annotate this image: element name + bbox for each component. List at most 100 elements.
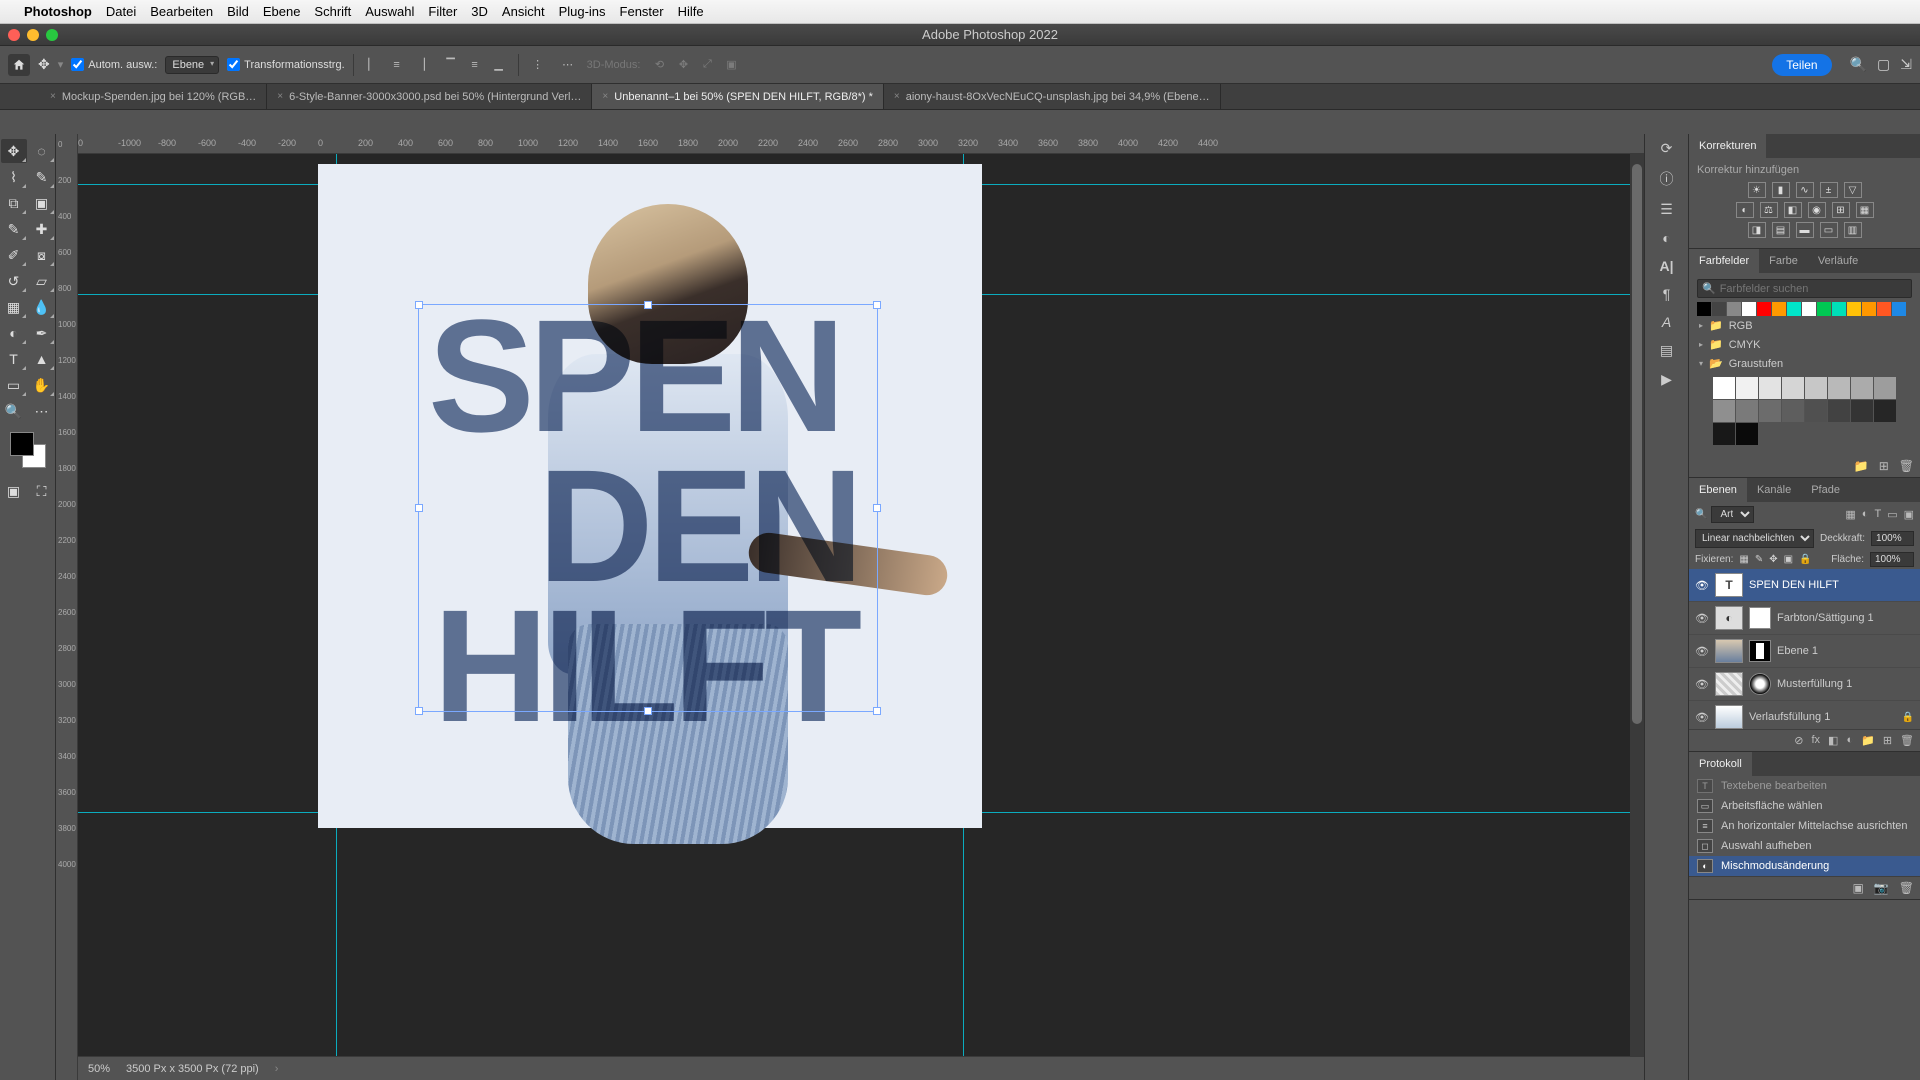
layer-name[interactable]: Farbton/Sättigung 1	[1777, 612, 1914, 624]
posterize-adj-icon[interactable]: ▤	[1772, 222, 1790, 238]
color-swatch[interactable]	[1712, 302, 1726, 316]
tab-swatches[interactable]: Farbfelder	[1689, 249, 1759, 273]
gradient-tool[interactable]: ▦	[1, 295, 27, 319]
color-swatch[interactable]	[1697, 302, 1711, 316]
search-icon[interactable]: 🔍	[1850, 56, 1867, 73]
fill-field[interactable]: 100%	[1870, 552, 1914, 567]
threshold-adj-icon[interactable]: ▬	[1796, 222, 1814, 238]
swatch-search[interactable]: 🔍	[1697, 279, 1912, 298]
lasso-tool[interactable]: ⌇	[1, 165, 27, 189]
filter-shape-icon[interactable]: ▭	[1887, 508, 1897, 521]
path-select-tool[interactable]: ▲	[29, 347, 55, 371]
quick-select-tool[interactable]: ✎	[29, 165, 55, 189]
swatch-folder-grayscale[interactable]: ▾📂Graustufen	[1697, 354, 1912, 373]
tab-paths[interactable]: Pfade	[1801, 478, 1850, 502]
zoom-tool[interactable]: 🔍	[1, 399, 27, 423]
tab-channels[interactable]: Kanäle	[1747, 478, 1801, 502]
gray-swatch[interactable]	[1782, 377, 1804, 399]
gray-swatch[interactable]	[1736, 377, 1758, 399]
filter-smart-icon[interactable]: ▣	[1904, 508, 1914, 521]
layer-mask-thumb[interactable]	[1749, 640, 1771, 662]
layer-name[interactable]: Ebene 1	[1777, 645, 1914, 657]
menu-view[interactable]: Ansicht	[502, 4, 545, 19]
close-window-icon[interactable]	[8, 29, 20, 41]
more-options-icon[interactable]: ⋯	[557, 54, 579, 76]
distribute-icon[interactable]: ⋮	[527, 54, 549, 76]
gray-swatch[interactable]	[1805, 377, 1827, 399]
channel-mixer-adj-icon[interactable]: ⊞	[1832, 202, 1850, 218]
align-top-icon[interactable]: ▔	[440, 54, 462, 76]
character-styles-icon[interactable]: A	[1662, 314, 1671, 330]
new-group-icon[interactable]: 📁	[1861, 734, 1875, 747]
visibility-icon[interactable]: 👁	[1695, 645, 1709, 658]
share-button[interactable]: Teilen	[1772, 54, 1831, 76]
zoom-level[interactable]: 50%	[88, 1063, 110, 1075]
hand-tool[interactable]: ✋	[29, 373, 55, 397]
link-layers-icon[interactable]: ⊘	[1794, 734, 1803, 747]
gray-swatch[interactable]	[1736, 423, 1758, 445]
quickmask-icon[interactable]: ▣	[1, 479, 27, 503]
swatch-folder-rgb[interactable]: ▸📁RGB	[1697, 316, 1912, 335]
lock-artboard-icon[interactable]: ▣	[1784, 554, 1793, 565]
auto-select-target-select[interactable]: Ebene ▾	[165, 56, 219, 74]
zoom-window-icon[interactable]	[46, 29, 58, 41]
align-bottom-icon[interactable]: ▁	[488, 54, 510, 76]
layer-fx-icon[interactable]: fx	[1811, 734, 1820, 747]
gray-swatch[interactable]	[1851, 400, 1873, 422]
gray-swatch[interactable]	[1713, 400, 1735, 422]
move-tool[interactable]: ✥	[1, 139, 27, 163]
color-swatch[interactable]	[1787, 302, 1801, 316]
transform-handle[interactable]	[873, 301, 881, 309]
blur-tool[interactable]: 💧	[29, 295, 55, 319]
transform-handle[interactable]	[415, 707, 423, 715]
layer-row[interactable]: 👁 ◐ Farbton/Sättigung 1	[1689, 602, 1920, 635]
new-folder-icon[interactable]: 📁	[1854, 459, 1869, 473]
levels-adj-icon[interactable]: ▮	[1772, 182, 1790, 198]
lookup-adj-icon[interactable]: ▦	[1856, 202, 1874, 218]
visibility-icon[interactable]: 👁	[1695, 711, 1709, 724]
doc-tab[interactable]: ×Unbenannt–1 bei 50% (SPEN DEN HILFT, RG…	[592, 84, 883, 109]
tab-history[interactable]: Protokoll	[1689, 752, 1752, 776]
history-item[interactable]: ▭Arbeitsfläche wählen	[1689, 796, 1920, 816]
home-icon[interactable]	[8, 54, 30, 76]
new-adj-layer-icon[interactable]: ◐	[1846, 734, 1853, 747]
transform-handle[interactable]	[644, 707, 652, 715]
trash-icon[interactable]: 🗑	[1900, 734, 1914, 747]
menu-edit[interactable]: Bearbeiten	[150, 4, 213, 19]
layer-name[interactable]: Musterfüllung 1	[1777, 678, 1914, 690]
history-item[interactable]: ◐Mischmodusänderung	[1689, 856, 1920, 876]
trash-icon[interactable]: 🗑	[1899, 881, 1914, 895]
gray-swatch[interactable]	[1713, 423, 1735, 445]
menu-plugins[interactable]: Plug-ins	[559, 4, 606, 19]
colbal-adj-icon[interactable]: ⚖	[1760, 202, 1778, 218]
color-swatch[interactable]	[1727, 302, 1741, 316]
close-tab-icon[interactable]: ×	[277, 91, 283, 102]
color-swatch[interactable]	[1772, 302, 1786, 316]
paragraph-panel-icon[interactable]: ¶	[1663, 286, 1671, 302]
layer-row[interactable]: 👁 Ebene 1	[1689, 635, 1920, 668]
color-swatch[interactable]	[1877, 302, 1891, 316]
transform-box[interactable]	[418, 304, 878, 712]
crop-tool[interactable]: ⧉	[1, 191, 27, 215]
menu-window[interactable]: Fenster	[620, 4, 664, 19]
gray-swatch[interactable]	[1713, 377, 1735, 399]
menu-filter[interactable]: Filter	[428, 4, 457, 19]
info-panel-icon[interactable]: ⓘ	[1660, 169, 1674, 189]
healing-tool[interactable]: ✚	[29, 217, 55, 241]
new-swatch-icon[interactable]: ⊞	[1879, 459, 1889, 473]
canvas-viewport[interactable]: SPEN DEN HILFT	[78, 154, 1644, 1056]
gray-swatch[interactable]	[1759, 377, 1781, 399]
gray-swatch[interactable]	[1874, 377, 1896, 399]
invert-adj-icon[interactable]: ◨	[1748, 222, 1766, 238]
color-swatch[interactable]	[1742, 302, 1756, 316]
menu-layer[interactable]: Ebene	[263, 4, 301, 19]
gray-swatch[interactable]	[1874, 400, 1896, 422]
lock-all-icon[interactable]: 🔒	[1799, 554, 1811, 565]
swatch-folder-cmyk[interactable]: ▸📁CMYK	[1697, 335, 1912, 354]
menu-select[interactable]: Auswahl	[365, 4, 414, 19]
tab-layers[interactable]: Ebenen	[1689, 478, 1747, 502]
visibility-icon[interactable]: 👁	[1695, 678, 1709, 691]
align-left-icon[interactable]: ▏	[362, 54, 384, 76]
character-panel-icon[interactable]: A|	[1659, 258, 1673, 274]
screen-mode-icon[interactable]: ▢	[1877, 56, 1890, 73]
